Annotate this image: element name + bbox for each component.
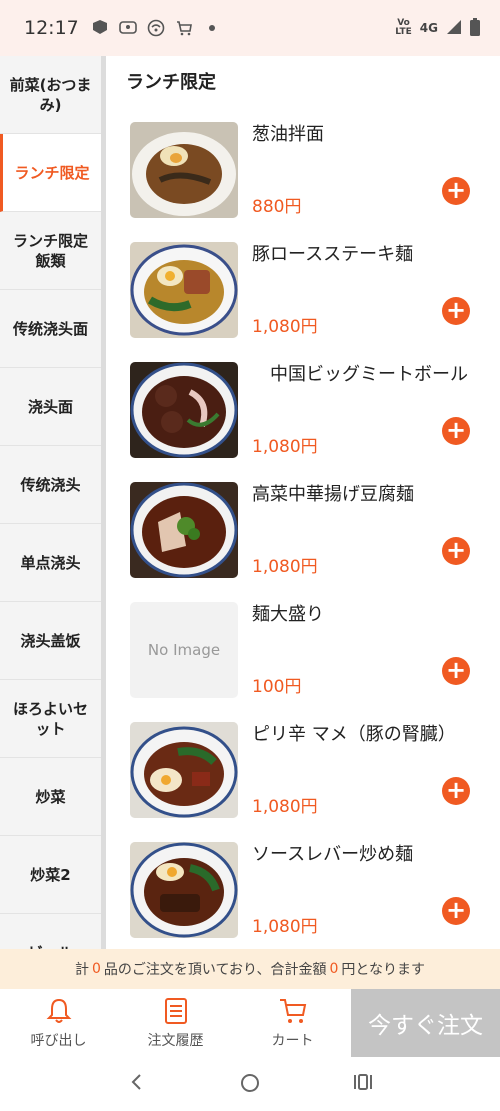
shopping-cart-status-icon	[175, 19, 193, 37]
package-icon	[91, 19, 109, 37]
add-to-cart-button[interactable]: +	[442, 297, 470, 325]
order-history-button[interactable]: 注文履歴	[117, 989, 234, 1057]
menu-item[interactable]: 葱油拌面 880円 +	[130, 120, 490, 240]
add-to-cart-button[interactable]: +	[442, 537, 470, 565]
menu-item-price: 1,080円	[252, 557, 318, 577]
add-to-cart-button[interactable]: +	[442, 177, 470, 205]
bottom-nav: 呼び出し 注文履歴 カート 今すぐ注文	[0, 989, 500, 1057]
sidebar-item-lunch-limited[interactable]: ランチ限定	[0, 134, 101, 212]
menu-list: 葱油拌面 880円 + 豚ロースステーキ麺 1,080円 + 中国ビッグミートボ…	[130, 120, 490, 949]
sidebar-item-beer[interactable]: ビール	[0, 914, 101, 949]
summary-prefix: 計	[74, 962, 89, 978]
menu-panel: ランチ限定 葱油拌面 880円 + 豚ロースステーキ麺 1,080円 + 中国ビ…	[106, 56, 500, 949]
summary-total-amount: 0	[329, 961, 339, 977]
summary-middle: 品のご注文を頂いており、合計金額	[103, 962, 327, 978]
category-title: ランチ限定	[126, 72, 216, 93]
recent-apps-icon[interactable]	[351, 1072, 375, 1096]
menu-item-name: 豚ロースステーキ麺	[252, 244, 414, 265]
status-notification-icons	[91, 19, 221, 37]
add-to-cart-button[interactable]: +	[442, 657, 470, 685]
menu-item-name: 中国ビッグミートボール	[252, 364, 468, 385]
sidebar-item-topping-rice-bowl[interactable]: 浇头盖饭	[0, 602, 101, 680]
sidebar-item-stir-fry-2[interactable]: 炒菜2	[0, 836, 101, 914]
menu-item-image[interactable]	[130, 482, 238, 578]
category-sidebar[interactable]: 前菜(おつまみ) ランチ限定 ランチ限定飯類 传统浇头面 浇头面 传统浇头 单点…	[0, 56, 106, 949]
sidebar-item-topping-noodle[interactable]: 浇头面	[0, 368, 101, 446]
add-to-cart-button[interactable]: +	[442, 897, 470, 925]
menu-item[interactable]: No Image 麺大盛り 100円 +	[130, 600, 490, 720]
signal-icon	[446, 19, 462, 38]
android-nav-bar	[0, 1057, 500, 1111]
menu-item-name: 麺大盛り	[252, 604, 324, 625]
status-system-icons: Vo LTE 4G	[395, 17, 480, 39]
cart-icon	[279, 999, 306, 1023]
network-type: 4G	[419, 21, 438, 35]
receipt-list-icon	[164, 998, 187, 1024]
menu-item-image[interactable]	[130, 842, 238, 938]
call-staff-button[interactable]: 呼び出し	[0, 989, 117, 1057]
add-to-cart-button[interactable]: +	[442, 777, 470, 805]
cart-button[interactable]: カート	[234, 989, 351, 1057]
sidebar-item-lunch-rice[interactable]: ランチ限定飯類	[0, 212, 101, 290]
menu-item-name: ピリ辛 マメ（豚の腎臓）	[252, 724, 456, 745]
sidebar-item-horoyoi-set[interactable]: ほろよいセット	[0, 680, 101, 758]
bell-icon	[46, 998, 71, 1023]
summary-suffix: 円となります	[341, 962, 426, 978]
call-staff-label: 呼び出し	[30, 1033, 87, 1049]
menu-item-image[interactable]	[130, 722, 238, 818]
menu-item-price: 1,080円	[252, 917, 318, 937]
order-now-button[interactable]: 今すぐ注文	[351, 989, 500, 1057]
menu-item[interactable]: 高菜中華揚げ豆腐麺 1,080円 +	[130, 480, 490, 600]
wifi-call-icon	[147, 19, 165, 37]
menu-item-name: 葱油拌面	[252, 124, 324, 145]
app-stop-icon	[118, 19, 137, 37]
volte-icon: Vo LTE	[395, 18, 412, 37]
menu-item[interactable]: ソースレバー炒め麺 1,080円 +	[130, 840, 490, 949]
menu-item-price: 880円	[252, 197, 302, 217]
menu-item-name: ソースレバー炒め麺	[252, 844, 414, 865]
home-icon[interactable]	[238, 1072, 262, 1096]
menu-item-price: 1,080円	[252, 437, 318, 457]
menu-item[interactable]: 豚ロースステーキ麺 1,080円 +	[130, 240, 490, 360]
order-history-label: 注文履歴	[147, 1033, 204, 1049]
menu-item[interactable]: 中国ビッグミートボール 1,080円 +	[130, 360, 490, 480]
menu-item-image[interactable]	[130, 362, 238, 458]
menu-item-image[interactable]	[130, 242, 238, 338]
menu-item-price: 1,080円	[252, 317, 318, 337]
order-summary-bar: 計 0 品のご注文を頂いており、合計金額 0 円となります	[0, 949, 500, 989]
summary-item-count: 0	[91, 961, 101, 977]
sidebar-item-single-topping[interactable]: 单点浇头	[0, 524, 101, 602]
status-bar: 12:17 Vo LTE 4G	[0, 0, 500, 56]
back-icon[interactable]	[125, 1072, 149, 1096]
add-to-cart-button[interactable]: +	[442, 417, 470, 445]
battery-icon	[470, 17, 480, 39]
status-time: 12:17	[24, 17, 79, 39]
menu-item-price: 1,080円	[252, 797, 318, 817]
notification-dot-icon	[203, 19, 221, 37]
sidebar-item-stir-fry[interactable]: 炒菜	[0, 758, 101, 836]
menu-item-name: 高菜中華揚げ豆腐麺	[252, 484, 414, 505]
cart-label: カート	[271, 1033, 314, 1049]
menu-item-price: 100円	[252, 677, 302, 697]
menu-item[interactable]: ピリ辛 マメ（豚の腎臓） 1,080円 +	[130, 720, 490, 840]
no-image-placeholder[interactable]: No Image	[130, 602, 238, 698]
sidebar-item-zensai[interactable]: 前菜(おつまみ)	[0, 56, 101, 134]
sidebar-item-traditional-topping[interactable]: 传统浇头	[0, 446, 101, 524]
menu-item-image[interactable]	[130, 122, 238, 218]
sidebar-item-traditional-topping-noodle[interactable]: 传统浇头面	[0, 290, 101, 368]
